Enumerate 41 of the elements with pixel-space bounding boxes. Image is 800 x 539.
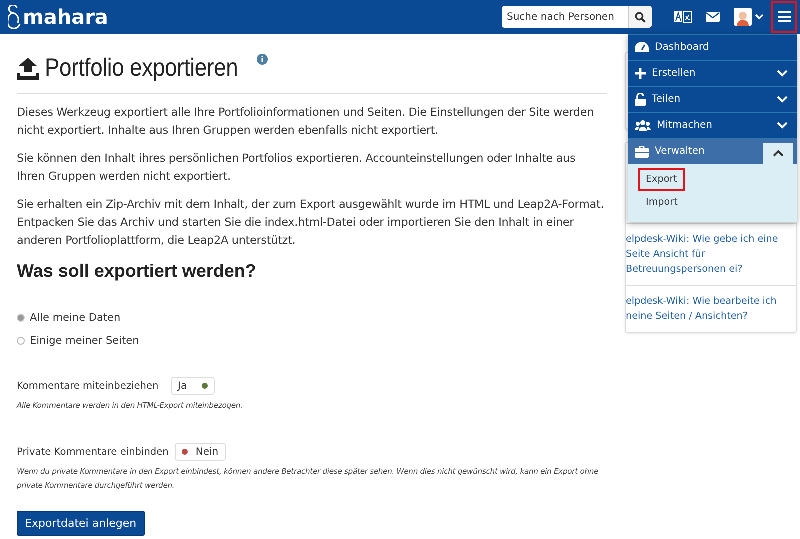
plus-icon: [635, 68, 646, 79]
group-icon: [635, 120, 651, 131]
chevron-down-icon: [776, 70, 788, 77]
help-link[interactable]: elpdesk-Wiki: Wie gebe ich eine Seite Ansicht für Betreuungspersonen ei?: [626, 223, 796, 285]
radio-label: Alle meine Daten: [30, 312, 121, 324]
chevron-down-icon: [776, 122, 788, 129]
expand-toggle[interactable]: [763, 143, 793, 164]
mail-icon[interactable]: [706, 12, 720, 22]
menu-button[interactable]: [772, 2, 796, 32]
submenu-item[interactable]: Import: [640, 193, 684, 212]
toggle-switch[interactable]: Ja: [171, 377, 215, 395]
logo-text: mahara: [23, 5, 108, 29]
search-icon: [635, 12, 646, 22]
chevron-down-icon: [776, 96, 788, 103]
radio-button[interactable]: [17, 314, 25, 322]
radio-label: Einige meiner Seiten: [30, 335, 140, 347]
switch-label: Private Kommentare einbinden: [17, 446, 170, 458]
description-text: Dieses Werkzeug exportiert alle Ihre Portfolioinformationen und Seiten. Die Einstellungen der Site werden nicht exportiert. Inhalte aus Ihren Gruppen werden ebenfalls nicht exportiert.: [17, 105, 596, 139]
page-title: Portfolio exportieren: [45, 54, 238, 83]
menu-icon: [778, 11, 790, 23]
toggle-switch[interactable]: Nein: [174, 443, 226, 461]
search-button[interactable]: [628, 6, 652, 28]
gauge-icon: [635, 42, 649, 53]
description-text: Sie erhalten ein Zip-Archiv mit dem Inhalt, der zum Export ausgewählt wurde im HTML und Leap2A-Format. Entpacken Sie das Archiv und starten Sie die index.html-Datei oder importieren Sie den Inhalt in einer anderen Portfolioplattform, die Leap2A unterstützt.: [17, 197, 606, 249]
caret-icon[interactable]: [755, 14, 764, 20]
avatar-icon[interactable]: [734, 8, 752, 26]
chevron-up-icon: [772, 150, 784, 157]
export-button[interactable]: Exportdatei anlegen: [17, 511, 145, 536]
section-heading: Was soll exportiert werden?: [17, 261, 258, 282]
briefcase-icon: [635, 146, 649, 158]
description-text: Sie können den Inhalt ihres persönlichen Portfolios exportieren. Accounteinstellungen oder Inhalte aus Ihren Gruppen werden nicht exportiert.: [17, 151, 577, 185]
unlocked-padlock-icon: [635, 93, 646, 106]
search-field[interactable]: Suche nach Personen: [502, 6, 652, 28]
help-link[interactable]: elpdesk-Wiki: Wie bearbeite ich neine Seiten / Ansichten?: [626, 285, 796, 332]
radio-button[interactable]: [17, 337, 25, 345]
switch-label: Kommentare miteinbeziehen: [17, 380, 160, 392]
submenu-item[interactable]: Export: [640, 170, 684, 189]
upload-icon: [17, 58, 39, 80]
language-icon[interactable]: [674, 11, 692, 23]
logo-icon: [8, 5, 22, 29]
info-icon[interactable]: [256, 54, 268, 65]
